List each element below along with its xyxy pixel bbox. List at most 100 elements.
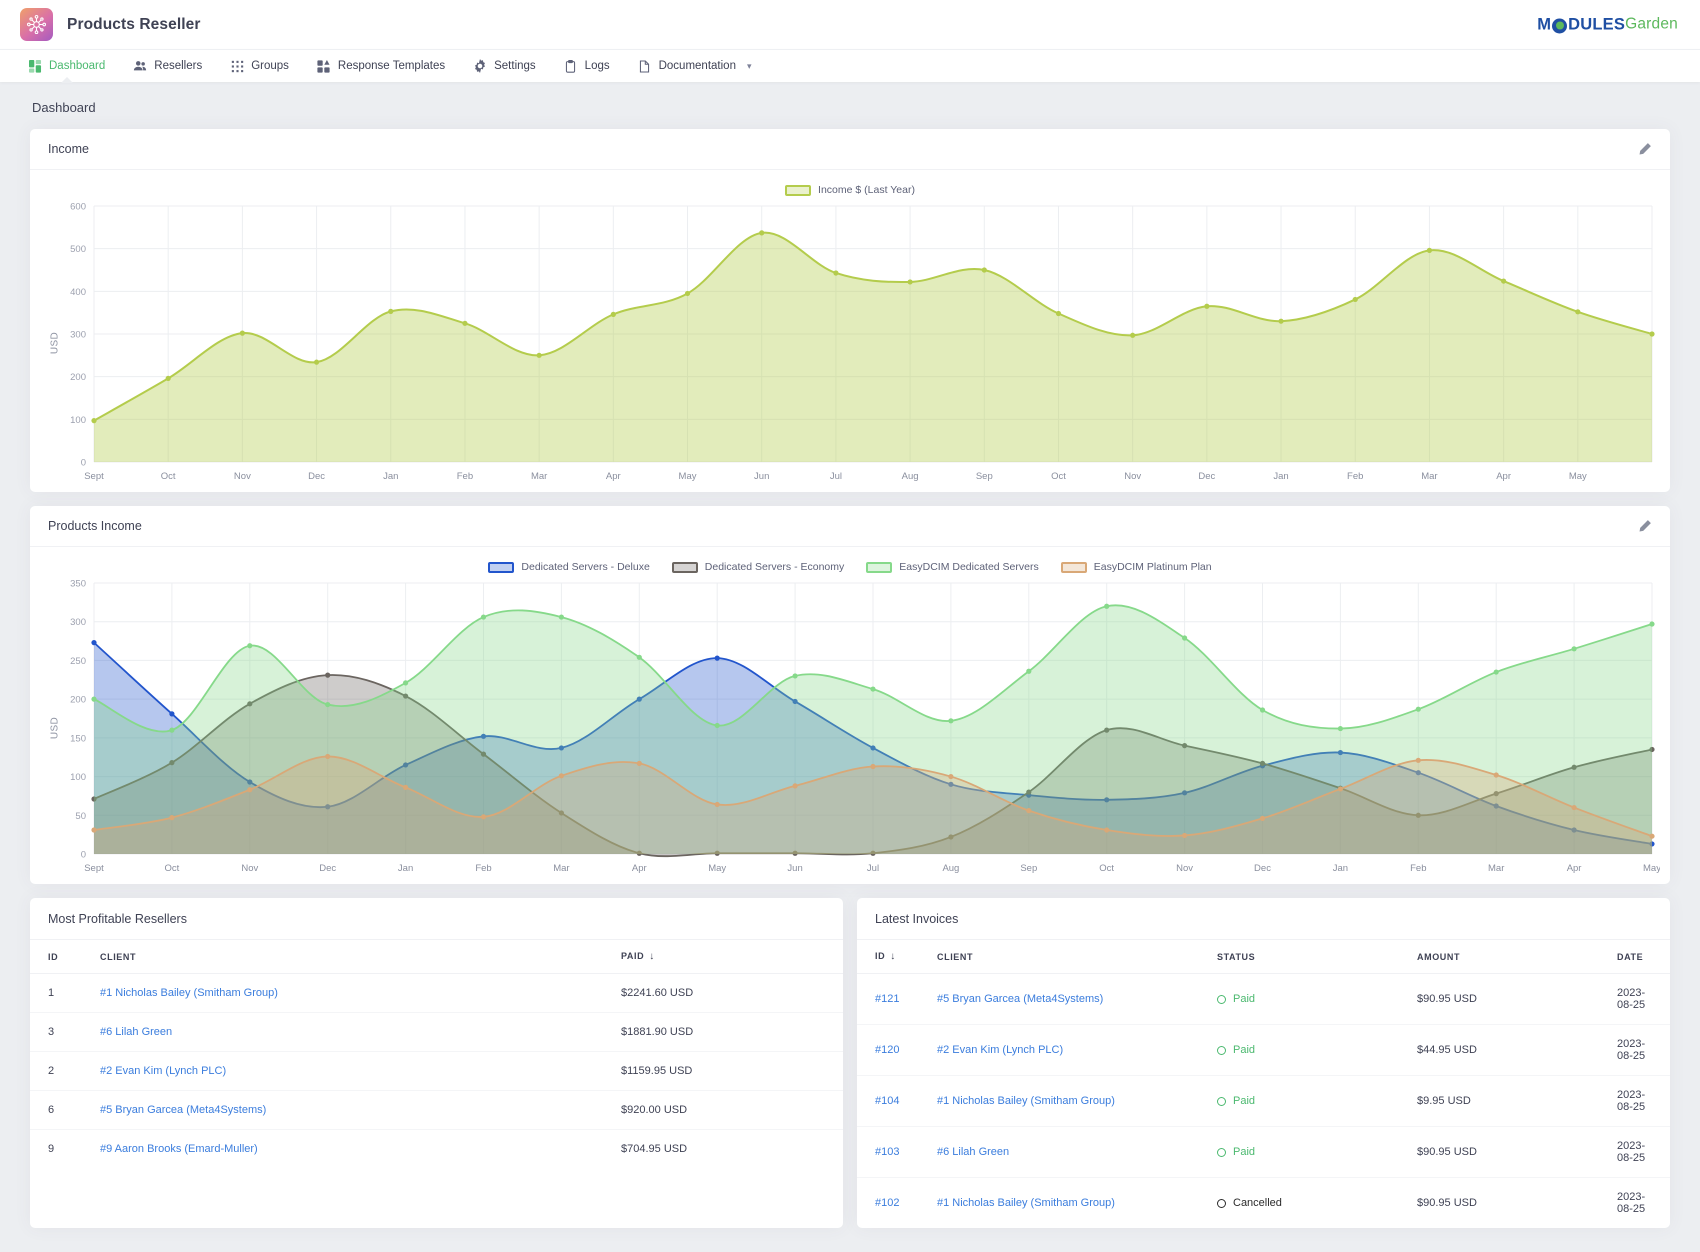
invoice-client-cell: #1 Nicholas Bailey (Smitham Group) [919, 1178, 1199, 1229]
invoice-id-link[interactable]: #102 [875, 1197, 899, 1209]
svg-text:Dec: Dec [1198, 471, 1215, 482]
income-yaxis-title: USD [49, 331, 61, 355]
column-header-date[interactable]: DATE [1599, 940, 1670, 974]
legend-label: Dedicated Servers - Deluxe [521, 561, 650, 573]
svg-text:Nov: Nov [241, 863, 258, 874]
income-chart[interactable]: 0 100 200 300 400 500 600 Sept Oct Nov Dec Jan Feb Ma… [40, 198, 1660, 488]
nav-item-documentation[interactable]: Documentation ▾ [624, 50, 766, 82]
pencil-icon[interactable] [1637, 519, 1652, 534]
svg-text:200: 200 [70, 372, 86, 383]
legend-item[interactable]: EasyDCIM Dedicated Servers [866, 561, 1039, 573]
reseller-client-link[interactable]: #1 Nicholas Bailey (Smitham Group) [100, 987, 278, 999]
table-row: #102 #1 Nicholas Bailey (Smitham Group) Ca… [857, 1178, 1670, 1229]
products-income-chart[interactable]: 0 50 100 150 200 250 300 350 Sept Oct Nov Dec Jan Feb… [40, 575, 1660, 880]
svg-text:Dec: Dec [308, 471, 325, 482]
invoice-date: 2023-08-25 [1599, 1075, 1670, 1127]
invoice-client-cell: #2 Evan Kim (Lynch PLC) [919, 1024, 1199, 1076]
svg-text:Oct: Oct [1099, 863, 1114, 874]
table-row: 6 #5 Bryan Garcea (Meta4Systems) $920.00 U… [30, 1090, 843, 1130]
status-badge: Paid [1217, 1146, 1381, 1158]
invoice-date: 2023-08-25 [1617, 1191, 1646, 1215]
legend-item[interactable]: Dedicated Servers - Economy [671, 561, 844, 573]
invoice-client-link[interactable]: #5 Bryan Garcea (Meta4Systems) [937, 993, 1103, 1005]
invoice-amount: $44.95 USD [1399, 1024, 1599, 1076]
chevron-down-icon[interactable]: ▾ [747, 61, 752, 72]
resellers-table-head: ID CLIENT PAID ↓ [30, 940, 843, 974]
resellers-table: ID CLIENT PAID ↓ 1 #1 Nicholas Bailey (Smi… [30, 940, 843, 1168]
users-icon [133, 59, 147, 73]
status-label: Paid [1233, 1095, 1256, 1107]
nav-item-resellers[interactable]: Resellers [119, 50, 216, 82]
column-header-client[interactable]: CLIENT [919, 940, 1199, 974]
products-yaxis-title: USD [49, 716, 61, 739]
column-label: CLIENT [100, 951, 137, 962]
invoice-id-cell: #121 [857, 973, 919, 1025]
legend-item[interactable]: EasyDCIM Platinum Plan [1060, 561, 1212, 573]
column-header-paid[interactable]: PAID ↓ [603, 940, 843, 974]
legend-item[interactable]: Income $ (Last Year) [785, 184, 915, 196]
reseller-client-link[interactable]: #9 Aaron Brooks (Emard-Muller) [100, 1143, 258, 1155]
invoice-client-link[interactable]: #1 Nicholas Bailey (Smitham Group) [937, 1197, 1115, 1209]
invoice-date: 2023-08-25 [1599, 973, 1670, 1025]
status-label: Cancelled [1233, 1197, 1282, 1209]
main-navigation: Dashboard Resellers Groups Response Temp… [0, 49, 1700, 82]
column-header-status[interactable]: STATUS [1199, 940, 1399, 974]
svg-text:Sept: Sept [84, 863, 104, 874]
sort-descending-icon: ↓ [890, 951, 896, 962]
modulesgarden-logo: M DULES Garden [1537, 15, 1678, 34]
reseller-client-link[interactable]: #5 Bryan Garcea (Meta4Systems) [100, 1104, 266, 1116]
column-label: ID [48, 951, 59, 962]
latest-invoices-card: Latest Invoices ID ↓ CLIENT STATUS AMOUNT… [857, 898, 1670, 1228]
invoice-client-link[interactable]: #1 Nicholas Bailey (Smitham Group) [937, 1095, 1115, 1107]
column-header-id[interactable]: ID [30, 940, 82, 974]
reseller-id: 2 [30, 1051, 82, 1091]
invoice-id-cell: #103 [857, 1126, 919, 1178]
legend-swatch [866, 561, 893, 573]
status-badge: Paid [1217, 993, 1381, 1005]
invoice-client-cell: #1 Nicholas Bailey (Smitham Group) [919, 1075, 1199, 1127]
nav-item-settings[interactable]: Settings [459, 50, 550, 82]
svg-text:Feb: Feb [1410, 863, 1426, 874]
svg-text:Apr: Apr [632, 863, 647, 874]
invoice-date: 2023-08-25 [1599, 1024, 1670, 1076]
column-label: AMOUNT [1417, 951, 1461, 962]
invoice-id-cell: #120 [857, 1024, 919, 1076]
reseller-paid: $1159.95 USD [603, 1051, 843, 1091]
invoice-id-link[interactable]: #104 [875, 1095, 899, 1107]
vendor-logo-part1: M [1537, 15, 1552, 33]
svg-text:250: 250 [70, 656, 86, 667]
table-header-row: ID ↓ CLIENT STATUS AMOUNT DATE [857, 940, 1670, 974]
table-row: 2 #2 Evan Kim (Lynch PLC) $1159.95 USD [30, 1051, 843, 1091]
status-circle-paid-icon [1217, 1147, 1226, 1157]
column-header-id[interactable]: ID ↓ [857, 940, 919, 974]
legend-item[interactable]: Dedicated Servers - Deluxe [488, 561, 650, 573]
reseller-client-link[interactable]: #6 Lilah Green [100, 1026, 172, 1038]
products-income-card: Products Income Dedicated Servers - Delu… [30, 506, 1670, 884]
nav-item-response-templates[interactable]: Response Templates [303, 50, 459, 82]
nav-item-logs[interactable]: Logs [550, 50, 624, 82]
column-label: CLIENT [937, 951, 974, 962]
invoice-id-link[interactable]: #120 [875, 1044, 899, 1056]
reseller-client-link[interactable]: #2 Evan Kim (Lynch PLC) [100, 1065, 226, 1077]
invoice-client-cell: #6 Lilah Green [919, 1126, 1199, 1178]
column-header-client[interactable]: CLIENT [82, 940, 603, 974]
nav-item-dashboard[interactable]: Dashboard [14, 50, 119, 82]
status-circle-paid-icon [1217, 1045, 1226, 1055]
nav-item-groups[interactable]: Groups [216, 50, 303, 82]
products-income-card-title: Products Income [48, 519, 142, 533]
pencil-icon[interactable] [1637, 142, 1652, 157]
invoice-id-link[interactable]: #103 [875, 1146, 899, 1158]
invoice-id-link[interactable]: #121 [875, 993, 899, 1005]
invoice-client-link[interactable]: #2 Evan Kim (Lynch PLC) [937, 1044, 1063, 1056]
gear-icon [473, 59, 487, 73]
legend-label: Income $ (Last Year) [818, 184, 915, 196]
reseller-client-cell: #6 Lilah Green [82, 1012, 603, 1052]
table-row: #104 #1 Nicholas Bailey (Smitham Group) Pa… [857, 1075, 1670, 1127]
column-header-amount[interactable]: AMOUNT [1399, 940, 1599, 974]
invoice-date: 2023-08-25 [1599, 1126, 1670, 1178]
invoice-client-link[interactable]: #6 Lilah Green [937, 1146, 1009, 1158]
svg-text:Sep: Sep [1020, 863, 1037, 874]
nav-label: Documentation [658, 60, 736, 72]
vendor-logo-part3: Garden [1625, 15, 1678, 33]
svg-text:Feb: Feb [475, 863, 491, 874]
